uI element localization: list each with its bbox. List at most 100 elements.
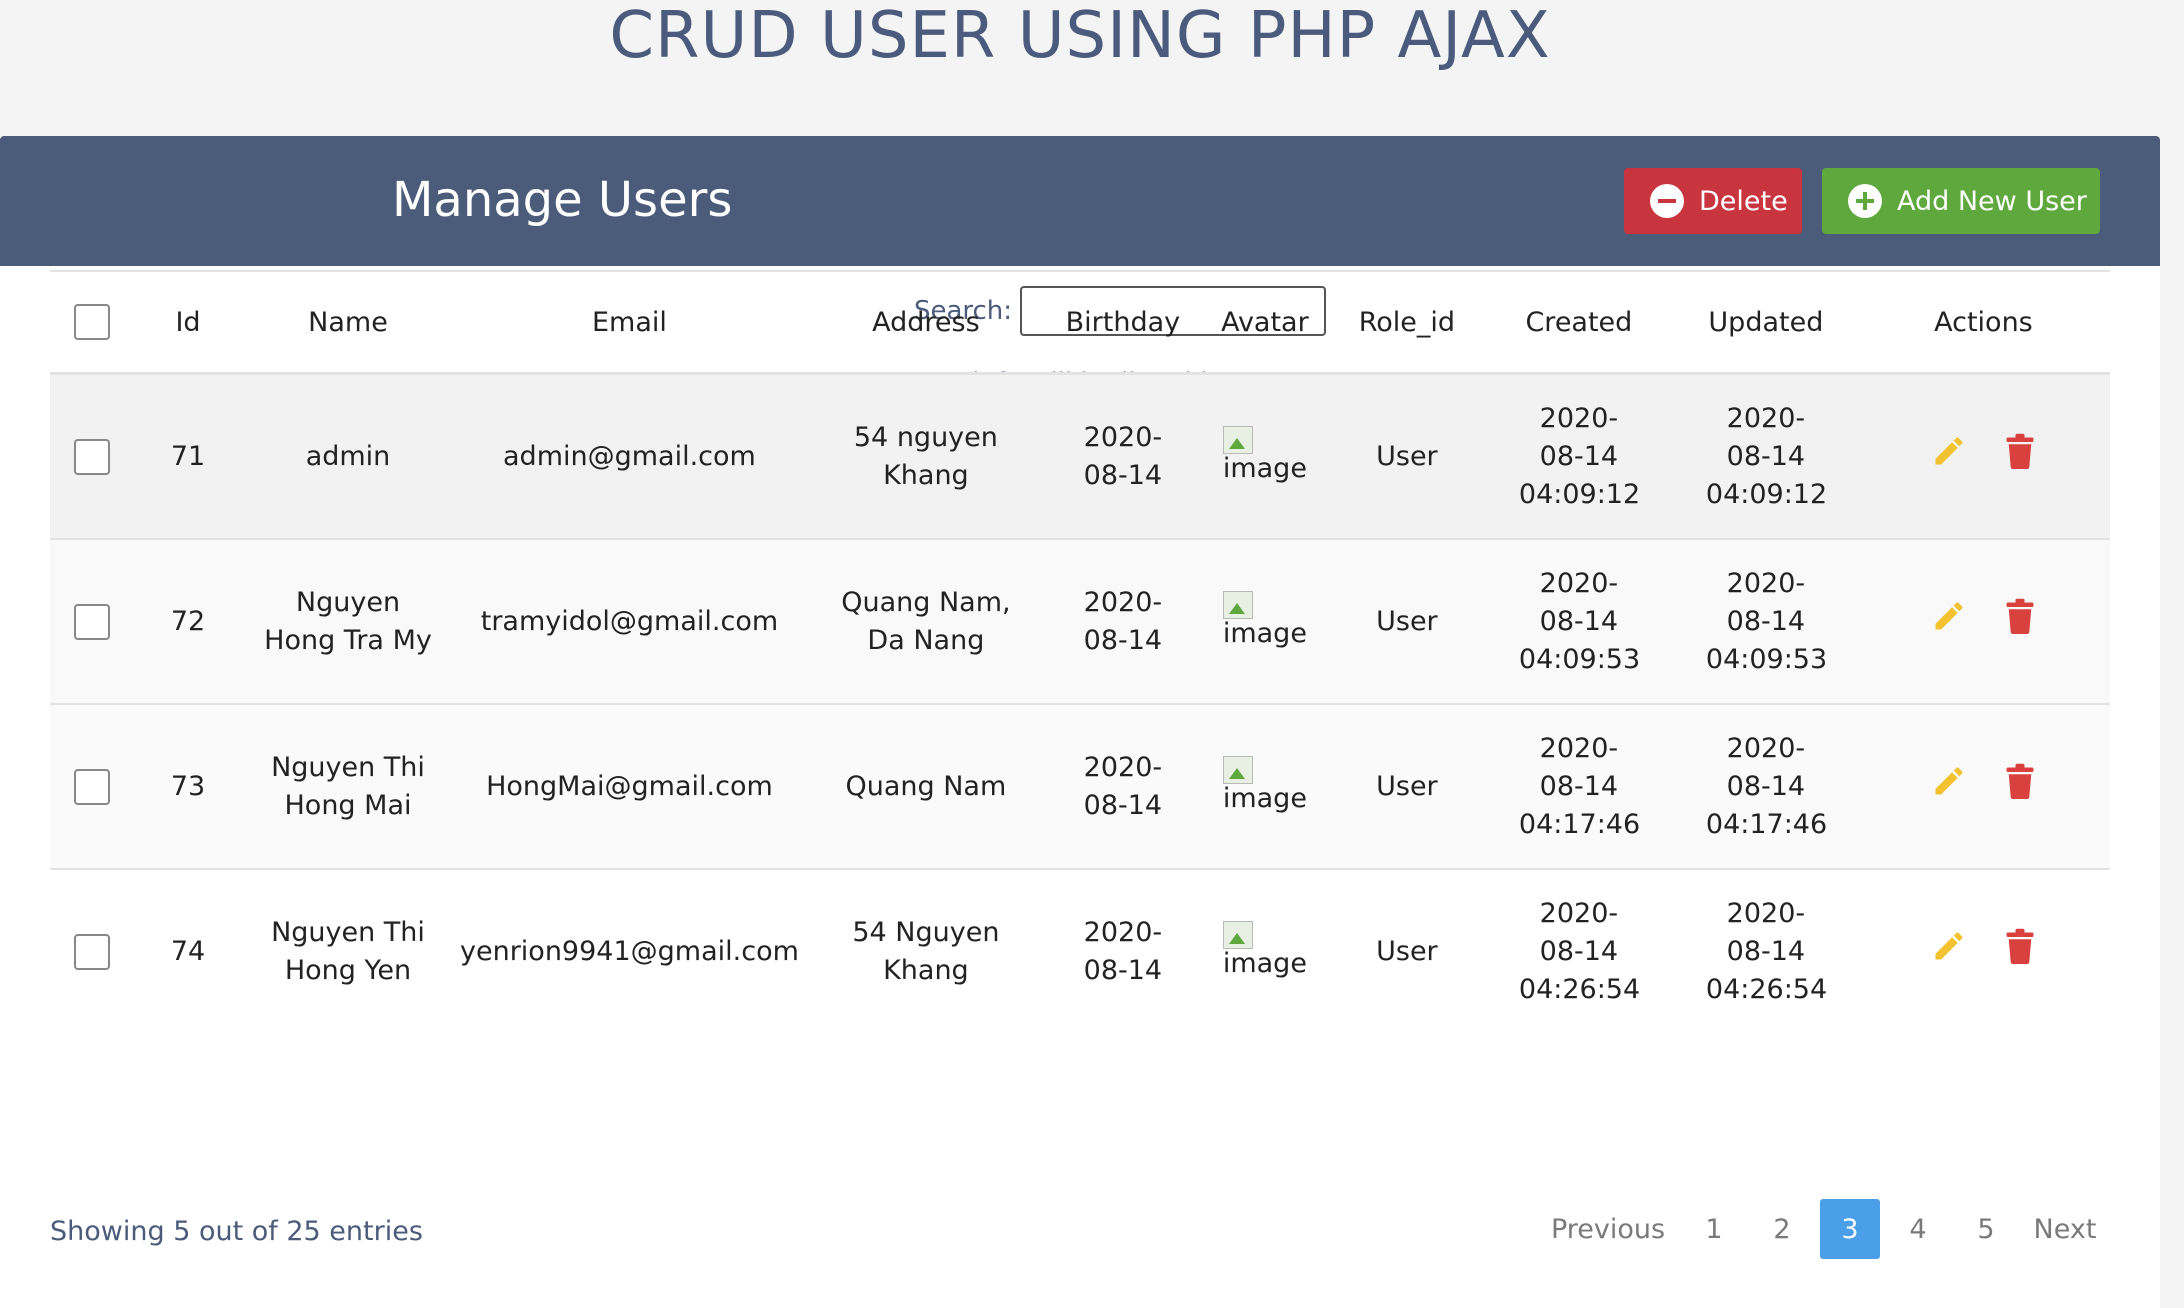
broken-image-icon [1222, 590, 1253, 619]
cell-address: Quang Nam, Da Nang [804, 539, 1047, 705]
select-all-cell [50, 270, 134, 375]
entries-summary: Showing 5 out of 25 entries [50, 1216, 423, 1247]
cell-name: admin [242, 373, 454, 540]
column-header-name: Name [242, 270, 454, 375]
pagination-next[interactable]: Next [2020, 1199, 2110, 1259]
add-new-user-label: Add New User [1897, 185, 2087, 217]
add-new-user-button[interactable]: Add New User [1822, 168, 2100, 234]
cell-id: 74 [134, 869, 242, 1033]
created-text: 2020-08-14 04:09:12 [1518, 402, 1641, 510]
pencil-icon[interactable] [1931, 928, 1967, 975]
row-select-cell [50, 539, 134, 705]
pencil-icon[interactable] [1931, 763, 1967, 810]
cell-avatar: image [1198, 539, 1331, 705]
column-header-avatar: Avatar [1198, 270, 1331, 375]
trash-icon[interactable] [2005, 928, 2035, 975]
row-checkbox[interactable] [74, 934, 110, 970]
cell-actions [1856, 704, 2110, 870]
cell-address: Quang Nam [804, 704, 1047, 870]
select-all-checkbox[interactable] [74, 304, 110, 340]
cell-address: 54 Nguyen Khang [804, 869, 1047, 1033]
column-header-email: Email [454, 270, 805, 375]
trash-icon[interactable] [2005, 763, 2035, 810]
cell-created: 2020-08-14 04:09:53 [1482, 539, 1675, 705]
delete-button-label: Delete [1699, 185, 1788, 217]
column-header-actions: Actions [1856, 270, 2110, 375]
row-checkbox[interactable] [74, 604, 110, 640]
pencil-icon[interactable] [1931, 433, 1967, 480]
address-text: 54 nguyen Khang [853, 421, 998, 491]
avatar: image [1222, 755, 1307, 814]
column-header-address: Address [804, 270, 1047, 375]
cell-id: 71 [134, 373, 242, 540]
cell-name: Nguyen Thi Hong Mai [242, 704, 454, 870]
pencil-icon[interactable] [1931, 598, 1967, 645]
minus-circle-icon [1650, 184, 1684, 218]
name-text: Nguyen Thi Hong Mai [271, 751, 425, 821]
address-text: Quang Nam, Da Nang [841, 586, 1011, 656]
page-title: CRUD USER USING PHP AJAX [609, 0, 1551, 73]
table-row: 72 Nguyen Hong Tra My tramyidol@gmail.co… [50, 539, 2110, 705]
row-select-cell [50, 704, 134, 870]
created-text: 2020-08-14 04:17:46 [1518, 732, 1641, 840]
cell-actions [1856, 869, 2110, 1033]
plus-circle-icon [1848, 184, 1882, 218]
column-header-updated: Updated [1674, 270, 1857, 375]
cell-updated: 2020-08-14 04:17:46 [1674, 704, 1857, 870]
name-text: Nguyen Thi Hong Yen [271, 916, 425, 986]
cell-email: yenrion9941@gmail.com [454, 869, 805, 1033]
pagination-previous[interactable]: Previous [1536, 1199, 1680, 1259]
table-header-row: Id Name Email Address Birthday Avatar Ro… [50, 270, 2110, 375]
cell-role: User [1330, 704, 1483, 870]
created-text: 2020-08-14 04:09:53 [1518, 567, 1641, 675]
created-text: 2020-08-14 04:26:54 [1518, 897, 1641, 1005]
broken-image-icon [1222, 425, 1253, 454]
cell-id: 73 [134, 704, 242, 870]
pagination-page-3[interactable]: 3 [1820, 1199, 1880, 1259]
panel-header: Manage Users Delete Add New User [0, 136, 2160, 266]
pagination: Previous 1 2 3 4 5 Next [1536, 1199, 2110, 1259]
table-row: 74 Nguyen Thi Hong Yen yenrion9941@gmail… [50, 869, 2110, 1033]
cell-created: 2020-08-14 04:26:54 [1482, 869, 1675, 1033]
pagination-page-4[interactable]: 4 [1884, 1199, 1952, 1259]
updated-text: 2020-08-14 04:26:54 [1705, 897, 1828, 1005]
table-row: 73 Nguyen Thi Hong Mai HongMai@gmail.com… [50, 704, 2110, 870]
cell-avatar: image [1198, 373, 1331, 540]
cell-birthday: 2020-08-14 [1046, 373, 1199, 540]
cell-birthday: 2020-08-14 [1046, 704, 1199, 870]
pagination-page-5[interactable]: 5 [1952, 1199, 2020, 1259]
users-table: Id Name Email Address Birthday Avatar Ro… [50, 270, 2110, 1033]
cell-email: tramyidol@gmail.com [454, 539, 805, 705]
avatar-alt-text: image [1222, 782, 1307, 814]
cell-email: HongMai@gmail.com [454, 704, 805, 870]
column-header-id: Id [134, 270, 242, 375]
pagination-page-1[interactable]: 1 [1680, 1199, 1748, 1259]
avatar: image [1222, 425, 1307, 484]
cell-updated: 2020-08-14 04:09:53 [1674, 539, 1857, 705]
column-header-created: Created [1482, 270, 1675, 375]
updated-text: 2020-08-14 04:17:46 [1705, 732, 1828, 840]
trash-icon[interactable] [2005, 433, 2035, 480]
cell-role: User [1330, 869, 1483, 1033]
broken-image-icon [1222, 755, 1253, 784]
birthday-text: 2020-08-14 [1083, 421, 1163, 491]
cell-updated: 2020-08-14 04:09:12 [1674, 373, 1857, 540]
avatar-alt-text: image [1222, 617, 1307, 649]
birthday-text: 2020-08-14 [1083, 586, 1163, 656]
delete-button[interactable]: Delete [1624, 168, 1802, 234]
cell-name: Nguyen Hong Tra My [242, 539, 454, 705]
avatar: image [1222, 920, 1307, 979]
cell-updated: 2020-08-14 04:26:54 [1674, 869, 1857, 1033]
cell-avatar: image [1198, 869, 1331, 1033]
cell-role: User [1330, 373, 1483, 540]
trash-icon[interactable] [2005, 598, 2035, 645]
row-checkbox[interactable] [74, 769, 110, 805]
row-checkbox[interactable] [74, 439, 110, 475]
cell-actions [1856, 539, 2110, 705]
cell-birthday: 2020-08-14 [1046, 539, 1199, 705]
pagination-page-2[interactable]: 2 [1748, 1199, 1816, 1259]
avatar-alt-text: image [1222, 947, 1307, 979]
birthday-text: 2020-08-14 [1083, 751, 1163, 821]
cell-id: 72 [134, 539, 242, 705]
cell-created: 2020-08-14 04:17:46 [1482, 704, 1675, 870]
